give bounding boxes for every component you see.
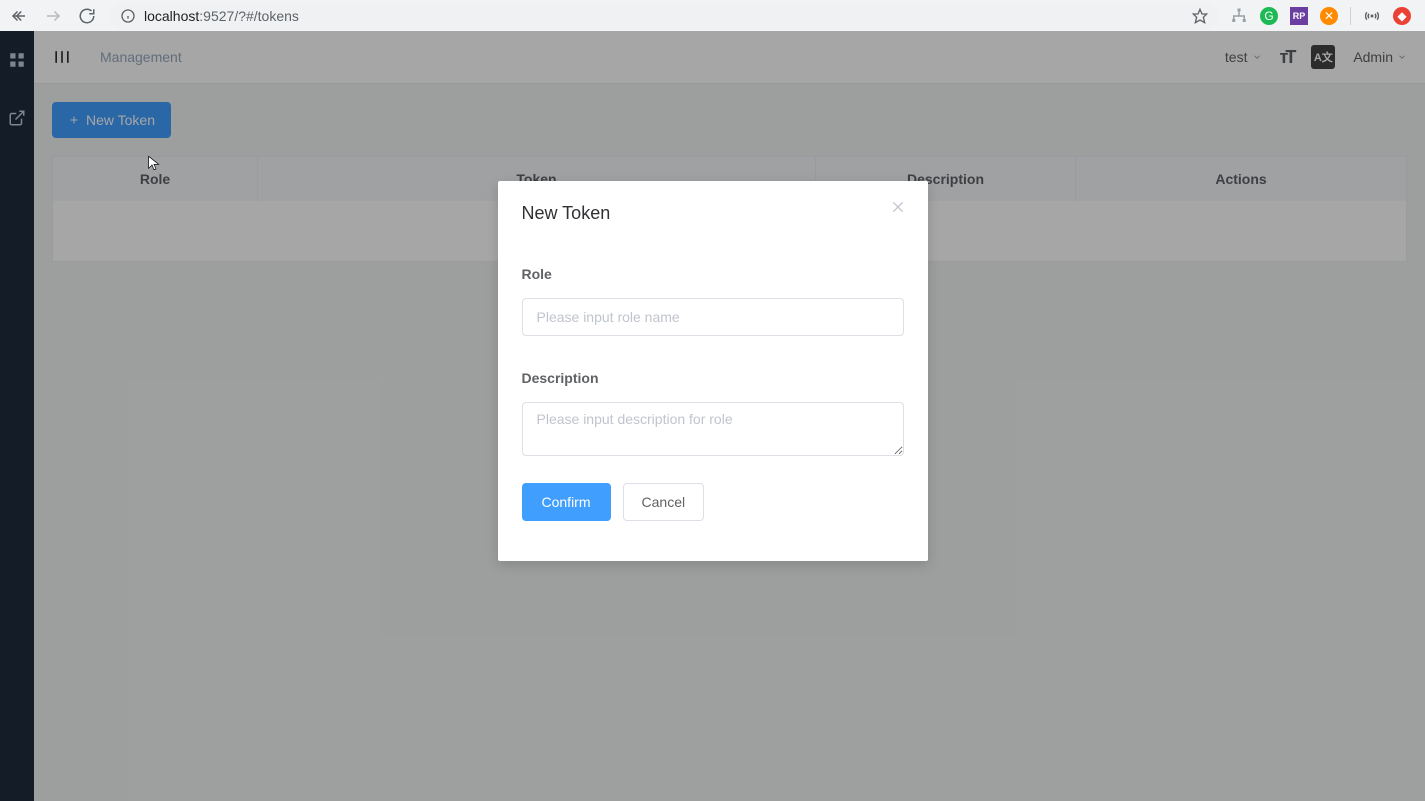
close-button[interactable] [890, 199, 910, 219]
reload-icon [78, 7, 96, 25]
close-icon [890, 199, 906, 215]
forward-button[interactable] [42, 5, 64, 27]
extension-orange-icon[interactable]: ✕ [1320, 7, 1338, 25]
browser-extensions: G RP ✕ ◆ [1230, 7, 1417, 25]
role-input[interactable] [522, 298, 904, 336]
reload-button[interactable] [76, 5, 98, 27]
arrow-right-icon [44, 7, 62, 25]
confirm-button[interactable]: Confirm [522, 483, 611, 521]
role-label: Role [522, 266, 904, 282]
browser-toolbar: localhost:9527/?#/tokens G RP ✕ ◆ [0, 0, 1425, 31]
extension-red-icon[interactable]: ◆ [1393, 7, 1411, 25]
extension-purple-icon[interactable]: RP [1290, 7, 1308, 25]
address-bar[interactable]: localhost:9527/?#/tokens [110, 3, 1218, 29]
extension-green-icon[interactable]: G [1260, 7, 1278, 25]
star-icon[interactable] [1192, 8, 1208, 24]
dialog-actions: Confirm Cancel [522, 483, 904, 521]
site-info-icon[interactable] [120, 8, 136, 24]
description-label: Description [522, 370, 904, 386]
dialog-title: New Token [522, 203, 904, 224]
sitemap-icon[interactable] [1230, 7, 1248, 25]
cancel-button[interactable]: Cancel [623, 483, 705, 521]
broadcast-icon[interactable] [1363, 7, 1381, 25]
app-frame: Management test тT A文 Admin New Token [0, 31, 1425, 801]
url-text: localhost:9527/?#/tokens [144, 8, 299, 24]
back-button[interactable] [8, 5, 30, 27]
new-token-dialog: New Token Role Description Confirm Cance… [498, 181, 928, 561]
divider [1350, 7, 1351, 25]
description-textarea[interactable] [522, 402, 904, 456]
